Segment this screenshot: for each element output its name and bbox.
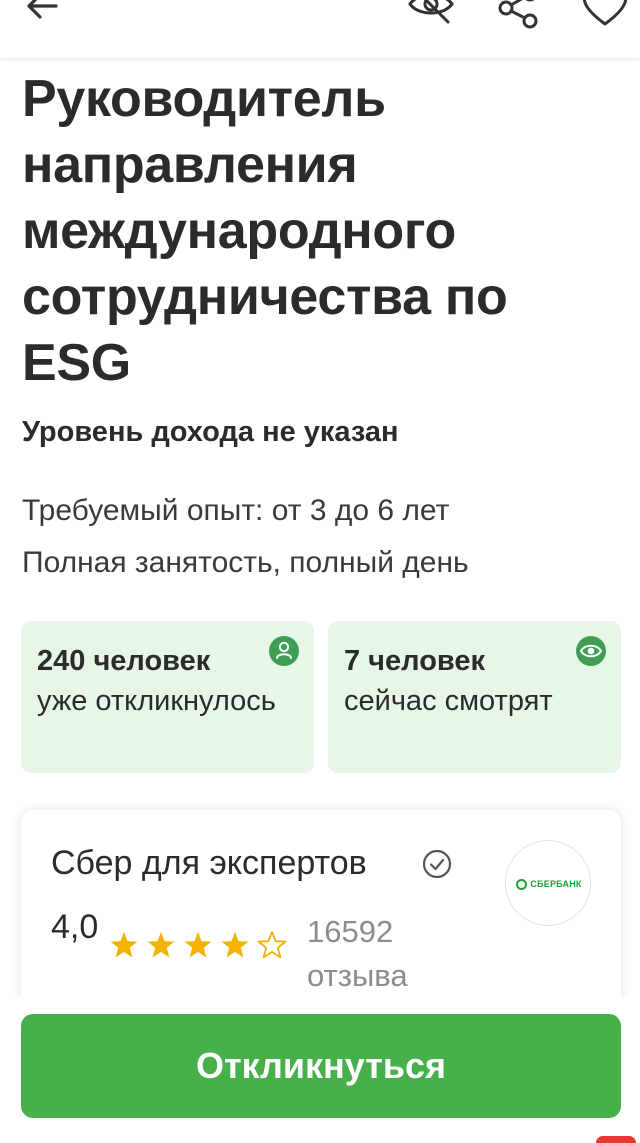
- eye-icon: [576, 636, 606, 666]
- responses-stat-text: 240 человек уже откликнулось: [37, 641, 277, 721]
- favorite-button[interactable]: [580, 0, 630, 28]
- sber-logo-icon: [516, 878, 528, 890]
- rating-stars: [109, 930, 294, 960]
- company-logo[interactable]: СБЕРБАНК: [505, 840, 591, 926]
- back-button[interactable]: [22, 0, 62, 26]
- viewers-stat-card: 7 человек сейчас смотрят: [328, 621, 621, 773]
- reviews-count[interactable]: 16592 отзыва: [307, 910, 437, 998]
- star-filled-icon: [184, 932, 212, 958]
- star-filled-icon: [221, 932, 249, 958]
- responses-label: уже откликнулось: [37, 685, 276, 717]
- check-circle-icon: [422, 849, 452, 879]
- responses-count: 240 человек: [37, 645, 211, 677]
- star-filled-icon: [110, 932, 138, 958]
- bottom-action-bar: Откликнуться: [0, 997, 640, 1143]
- logo-text: СБЕРБАНК: [530, 879, 582, 889]
- notification-badge: [596, 1136, 636, 1143]
- share-button[interactable]: [494, 0, 542, 30]
- star-outline-icon: [257, 931, 287, 959]
- salary-info: Уровень дохода не указан: [22, 416, 399, 448]
- top-bar: [0, 0, 640, 58]
- viewers-label: сейчас смотрят: [344, 685, 553, 717]
- sberbank-logo: СБЕРБАНК: [514, 876, 584, 892]
- vacancy-title: Руководитель направления международного …: [22, 70, 508, 392]
- employment-info: Полная занятость, полный день: [22, 546, 469, 579]
- heart-outline-icon: [582, 0, 628, 26]
- vacancy-screen: Руководитель направления международного …: [0, 0, 640, 1143]
- person-icon: [269, 636, 299, 666]
- rating-value: 4,0: [51, 908, 99, 946]
- hide-vacancy-button[interactable]: [404, 0, 458, 30]
- experience-info: Требуемый опыт: от 3 до 6 лет: [22, 494, 450, 527]
- viewers-stat-text: 7 человек сейчас смотрят: [344, 641, 584, 721]
- viewers-count: 7 человек: [344, 645, 485, 677]
- share-icon: [498, 0, 538, 29]
- star-filled-icon: [147, 932, 175, 958]
- arrow-left-icon: [27, 0, 58, 19]
- company-name[interactable]: Сбер для экспертов: [51, 844, 367, 883]
- apply-button[interactable]: Откликнуться: [21, 1014, 621, 1118]
- responses-stat-card: 240 человек уже откликнулось: [21, 621, 314, 773]
- eye-off-icon: [408, 0, 454, 24]
